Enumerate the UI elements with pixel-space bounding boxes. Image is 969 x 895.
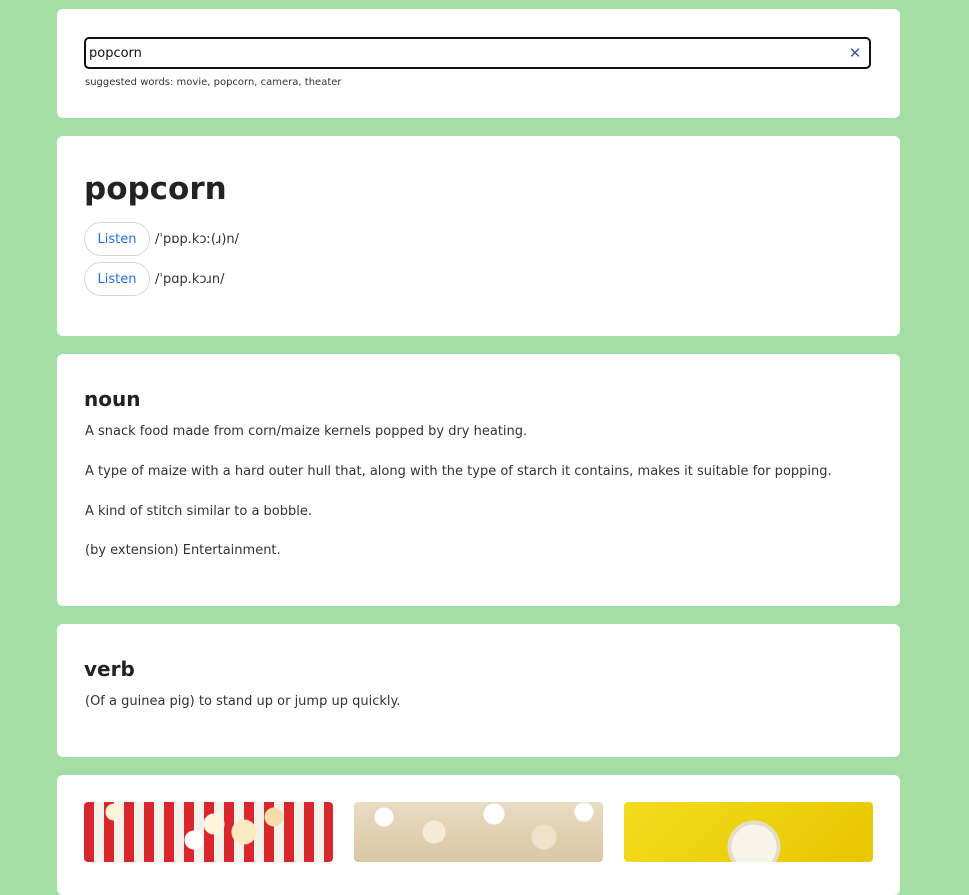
- meaning-card-verb: verb (Of a guinea pig) to stand up or ju…: [57, 624, 900, 757]
- listen-button[interactable]: Listen: [84, 262, 150, 296]
- definition-text: A snack food made from corn/maize kernel…: [85, 424, 528, 439]
- definition-text: A type of maize with a hard outer hull t…: [85, 464, 832, 479]
- definition-text: (Of a guinea pig) to stand up or jump up…: [85, 694, 401, 709]
- popcorn-box-image[interactable]: [84, 802, 333, 862]
- part-of-speech-heading: noun: [84, 387, 141, 411]
- search-input[interactable]: [86, 39, 845, 67]
- part-of-speech-heading: verb: [84, 657, 135, 681]
- phonetic-text: /ˈpɑp.kɔɹn/: [155, 271, 225, 287]
- phonetic-row: Listen /ˈpɑp.kɔɹn/: [84, 262, 225, 296]
- images-card: [57, 775, 900, 895]
- word-title: popcorn: [84, 171, 227, 207]
- definition-text: (by extension) Entertainment.: [85, 543, 281, 558]
- listen-button[interactable]: Listen: [84, 222, 150, 256]
- close-icon[interactable]: ✕: [845, 43, 865, 63]
- popcorn-closeup-image[interactable]: [354, 802, 603, 862]
- suggested-words: suggested words: movie, popcorn, camera,…: [85, 77, 342, 88]
- popcorn-bowl-image[interactable]: [624, 802, 873, 862]
- phonetic-row: Listen /ˈpɒp.kɔː(ɹ)n/: [84, 222, 239, 256]
- definition-text: A kind of stitch similar to a bobble.: [85, 504, 312, 519]
- search-box: ✕: [84, 37, 871, 69]
- word-card: popcorn Listen /ˈpɒp.kɔː(ɹ)n/ Listen /ˈp…: [57, 136, 900, 336]
- meaning-card-noun: noun A snack food made from corn/maize k…: [57, 354, 900, 606]
- phonetic-text: /ˈpɒp.kɔː(ɹ)n/: [155, 231, 240, 247]
- search-card: ✕ suggested words: movie, popcorn, camer…: [57, 9, 900, 118]
